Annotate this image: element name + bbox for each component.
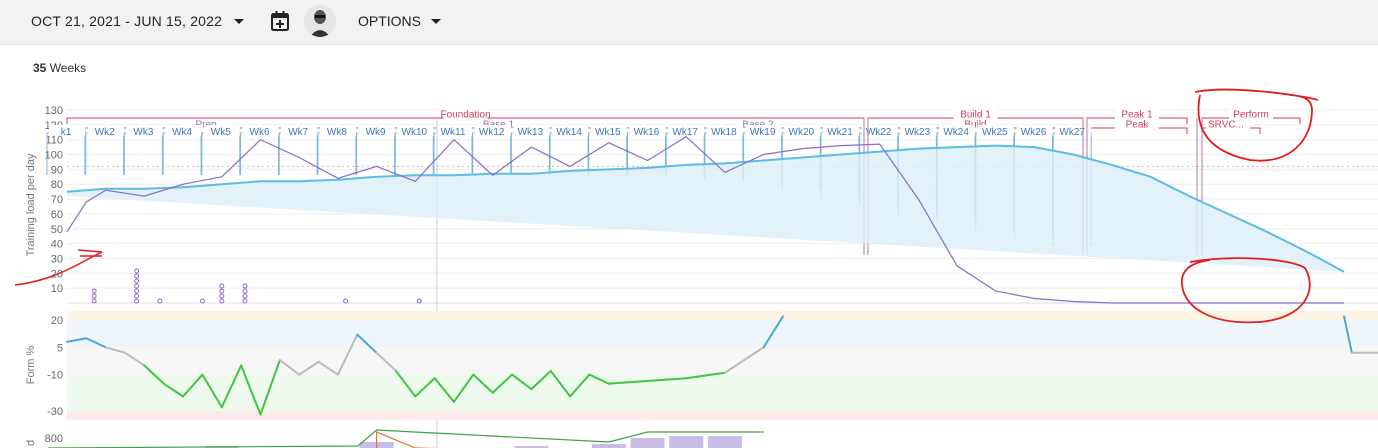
form-zone (67, 320, 1378, 348)
workout-marker (91, 298, 97, 304)
form-zone (67, 311, 1378, 321)
y-tick-label: 10 (51, 283, 63, 295)
week-label: Wk27 (1059, 127, 1085, 138)
workout-marker (134, 283, 140, 289)
workout-marker (242, 293, 248, 299)
week-label: Wk7 (288, 127, 308, 138)
week-label: Wk10 (402, 127, 428, 138)
workout-marker (219, 298, 225, 304)
week-label: Wk25 (982, 127, 1008, 138)
week-label: Wk8 (327, 127, 347, 138)
week-label: Wk26 (1021, 127, 1047, 138)
workout-marker (134, 268, 140, 274)
week-label: Wk22 (866, 127, 892, 138)
weekly-bar (591, 444, 626, 448)
workout-marker (199, 298, 205, 304)
y-tick-label: 30 (51, 253, 63, 265)
form-zone (67, 410, 1378, 420)
week-label: Wk2 (95, 127, 115, 138)
week-label: Wk11 (441, 127, 466, 138)
y-tick-label: 20 (51, 315, 63, 327)
week-label: Wk6 (250, 127, 270, 138)
y-axis-title: Training load per day (25, 153, 37, 256)
y-tick-label: 60 (51, 209, 63, 221)
y-tick-label: 130 (45, 105, 63, 117)
workout-marker (134, 298, 140, 304)
workout-marker (134, 288, 140, 294)
y-axis-title: Form % (25, 346, 37, 385)
week-label: Wk24 (943, 127, 969, 138)
y-tick-label: 5 (57, 342, 63, 354)
week-label: Wk15 (595, 127, 621, 138)
workout-marker (242, 283, 248, 289)
workout-marker (242, 298, 248, 304)
workout-marker (157, 298, 163, 304)
week-label: Wk4 (172, 127, 192, 138)
workout-marker (242, 288, 248, 294)
workout-marker (134, 293, 140, 299)
y-tick-label: 800 (45, 433, 63, 445)
week-label: Wk13 (518, 127, 544, 138)
workout-marker (343, 298, 349, 304)
workout-marker (219, 293, 225, 299)
y-tick-label: -30 (47, 406, 63, 418)
weekly-bar (707, 436, 742, 448)
y-axis-title: d (25, 440, 37, 446)
workout-marker (91, 288, 97, 294)
week-label: Wk21 (827, 127, 853, 138)
week-label: Wk18 (711, 127, 737, 138)
y-tick-label: 80 (51, 179, 63, 191)
week-label: Wk16 (634, 127, 660, 138)
training-chart[interactable]: 102030405060708090100110120130Training l… (0, 0, 1378, 448)
week-label: Wk20 (789, 127, 815, 138)
week-label: Wk3 (133, 127, 153, 138)
week-label: Wk5 (211, 127, 231, 138)
week-label: Wk9 (366, 127, 386, 138)
phase-label: Peak (1126, 120, 1150, 131)
week-label: Wk19 (750, 127, 776, 138)
week-label: Wk17 (672, 127, 698, 138)
form-zone (67, 347, 1378, 375)
weekly-bar (669, 436, 704, 448)
workout-marker (219, 288, 225, 294)
workout-marker (91, 293, 97, 299)
workout-marker (219, 283, 225, 289)
week-label: Wk23 (905, 127, 931, 138)
week-label: k1 (61, 127, 72, 138)
y-tick-label: 50 (51, 224, 63, 236)
phase-label: SRVC... (1208, 120, 1244, 131)
workout-marker (416, 298, 422, 304)
y-tick-label: -10 (47, 370, 63, 382)
workout-marker (134, 273, 140, 279)
y-tick-label: 70 (51, 194, 63, 206)
week-label: Wk14 (556, 127, 582, 138)
workout-marker (134, 278, 140, 284)
week-label: Wk12 (479, 127, 505, 138)
y-tick-label: 40 (51, 239, 63, 251)
y-tick-label: 90 (51, 164, 63, 176)
weekly-bar (630, 438, 665, 448)
